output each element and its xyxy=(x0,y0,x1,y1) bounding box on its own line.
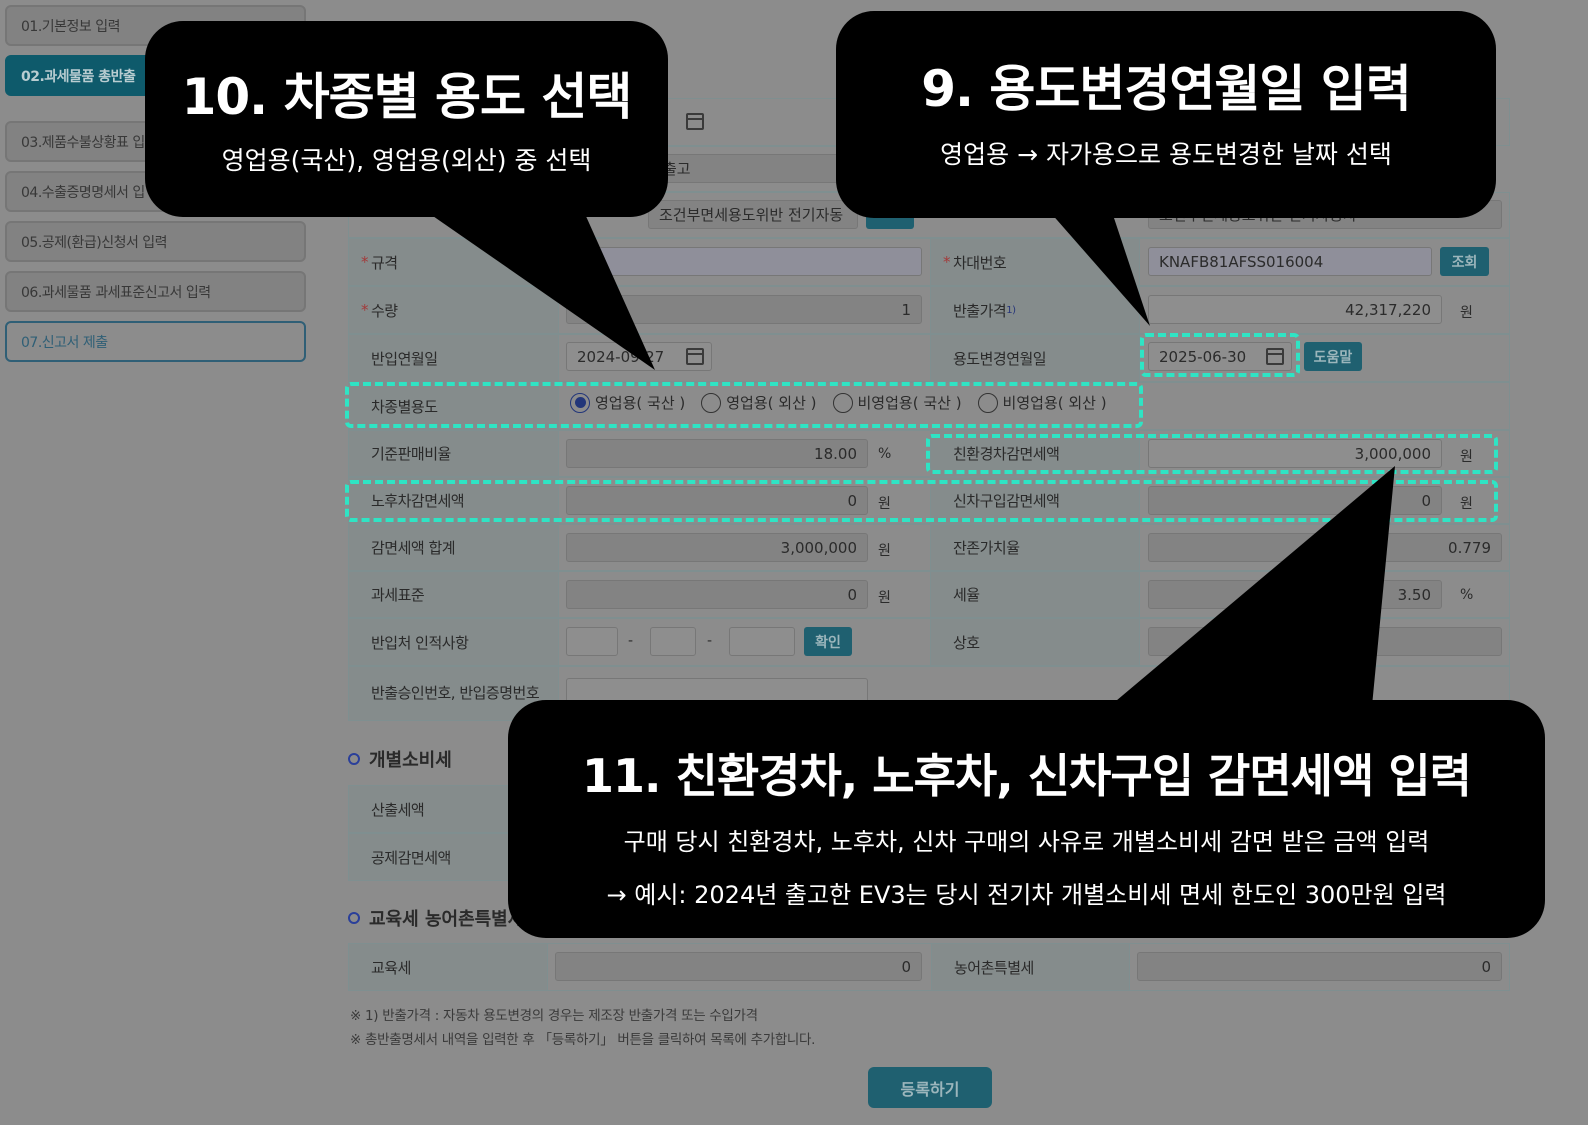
callout-11-sub1: 구매 당시 친환경차, 노후차, 신차 구매의 사유로 개별소비세 감면 받은 … xyxy=(623,828,1430,856)
callout-9-sub: 영업용 → 자가용으로 용도변경한 날짜 선택 xyxy=(940,140,1392,169)
callout-9-tail xyxy=(1050,212,1150,326)
callout-11-tail xyxy=(1110,466,1395,706)
callout-10-title: 10. 차종별 용도 선택 xyxy=(181,68,633,126)
callout-11-title: 11. 친환경차, 노후차, 신차구입 감면세액 입력 xyxy=(582,749,1472,803)
callout-9-title: 9. 용도변경연월일 입력 xyxy=(921,60,1412,118)
callout-11: 11. 친환경차, 노후차, 신차구입 감면세액 입력 구매 당시 친환경차, … xyxy=(508,700,1545,938)
callout-9: 9. 용도변경연월일 입력 영업용 → 자가용으로 용도변경한 날짜 선택 xyxy=(836,11,1496,218)
callout-11-sub2: → 예시: 2024년 출고한 EV3는 당시 전기차 개별소비세 면세 한도인… xyxy=(606,881,1447,909)
callout-10: 10. 차종별 용도 선택 영업용(국산), 영업용(외산) 중 선택 xyxy=(145,21,668,217)
callout-10-tail xyxy=(430,214,655,370)
callout-10-sub: 영업용(국산), 영업용(외산) 중 선택 xyxy=(221,146,592,175)
